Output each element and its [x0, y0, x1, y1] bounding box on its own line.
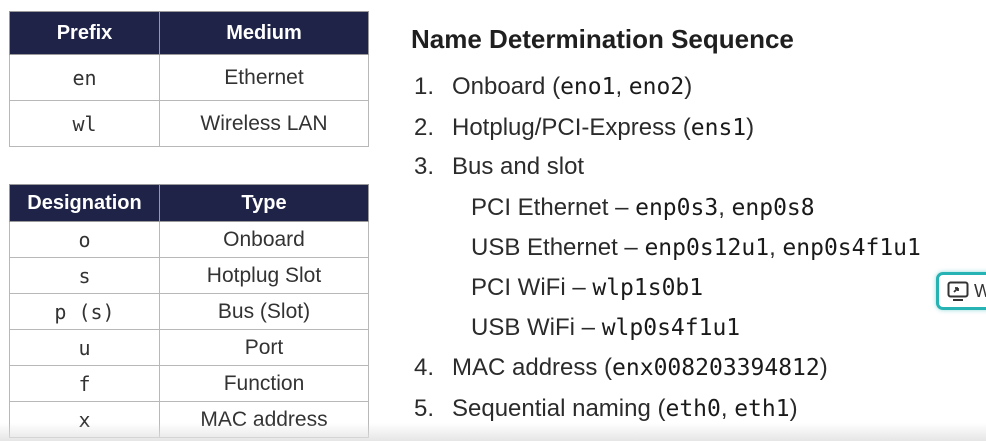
sequence-item-text: USB Ethernet –	[471, 234, 645, 261]
type-cell: Bus (Slot)	[159, 293, 369, 330]
table-row: p (s) Bus (Slot)	[9, 293, 369, 330]
code-separator: ,	[769, 234, 783, 261]
prefix-cell: en	[9, 54, 160, 101]
sequence-item-suffix: )	[819, 354, 828, 381]
medium-cell: Wireless LAN	[159, 100, 369, 147]
sequence-item-text: Onboard (	[452, 73, 561, 100]
interface-name: enp0s4f1u1	[782, 235, 921, 261]
overlay-button-label: W	[974, 281, 986, 302]
sequence-item: 4. MAC address (enx008203394812)	[414, 351, 828, 385]
sequence-subitem: PCI Ethernet – enp0s3, enp0s8	[471, 191, 815, 225]
interface-name: enp0s8	[731, 195, 815, 221]
designation-cell: s	[9, 257, 160, 294]
designation-cell: o	[9, 221, 160, 258]
sequence-subitem: PCI WiFi – wlp1s0b1	[471, 271, 703, 305]
table-row: o Onboard	[9, 221, 369, 258]
type-cell: Function	[159, 365, 369, 402]
interface-name: enp0s3	[635, 195, 719, 221]
interface-name: wlp0s4f1u1	[601, 315, 741, 341]
sequence-item-number: 4.	[414, 354, 435, 381]
sequence-item-text: Sequential naming (	[452, 395, 666, 422]
sequence-subitem: USB WiFi – wlp0s4f1u1	[471, 311, 740, 345]
sequence-item-text: PCI WiFi –	[471, 274, 593, 301]
sequence-item-number: 5.	[414, 395, 435, 422]
interface-name: enp0s12u1	[644, 235, 770, 261]
type-cell: Onboard	[159, 221, 369, 258]
interface-name: enx008203394812	[612, 355, 820, 381]
interface-name: ens1	[690, 115, 747, 141]
type-header: Type	[159, 184, 369, 222]
interface-name: wlp1s0b1	[592, 275, 704, 301]
sequence-item-suffix: )	[746, 114, 755, 141]
designation-table: Designation Type o Onboard s Hotplug Slo…	[9, 184, 369, 438]
sequence-item-number: 2.	[414, 114, 435, 141]
table-row: u Port	[9, 329, 369, 366]
code-separator: ,	[720, 395, 735, 422]
designation-cell: u	[9, 329, 160, 366]
sequence-item-text: Hotplug/PCI-Express (	[452, 114, 691, 141]
screen-share-icon	[947, 281, 969, 301]
designation-cell: f	[9, 365, 160, 402]
prefix-table-header: Prefix Medium	[9, 11, 369, 55]
sequence-item-number: 1.	[414, 73, 435, 100]
type-cell: Port	[159, 329, 369, 366]
sequence-item-text: Bus and slot	[452, 153, 585, 180]
sequence-item-suffix: )	[684, 73, 693, 100]
sequence-item-suffix: )	[789, 395, 798, 422]
interface-name: eno1	[560, 74, 616, 100]
designation-header: Designation	[9, 184, 160, 222]
interface-name: eno2	[628, 74, 685, 100]
interface-name: eth0	[665, 396, 721, 422]
table-row: s Hotplug Slot	[9, 257, 369, 294]
sequence-item: 5. Sequential naming (eth0, eth1)	[414, 392, 798, 426]
sequence-title: Name Determination Sequence	[411, 24, 794, 54]
table-row: f Function	[9, 365, 369, 402]
sequence-item-number: 3.	[414, 153, 435, 180]
sequence-subitem: USB Ethernet – enp0s12u1, enp0s4f1u1	[471, 231, 921, 265]
sequence-item-text: USB WiFi –	[471, 314, 602, 341]
designation-table-header: Designation Type	[9, 184, 369, 222]
interface-name: eth1	[734, 396, 790, 422]
designation-cell: p (s)	[9, 293, 160, 330]
type-cell: Hotplug Slot	[159, 257, 369, 294]
prefix-table: Prefix Medium en Ethernet wl Wireless LA…	[9, 11, 369, 147]
sequence-item-text: MAC address (	[452, 354, 613, 381]
table-row: en Ethernet	[9, 54, 369, 101]
medium-cell: Ethernet	[159, 54, 369, 101]
overlay-button[interactable]: W	[936, 272, 986, 310]
code-separator: ,	[615, 73, 629, 100]
prefix-cell: wl	[9, 100, 160, 147]
code-separator: ,	[718, 194, 732, 221]
table-row: wl Wireless LAN	[9, 100, 369, 147]
sequence-item: 2. Hotplug/PCI-Express (ens1)	[414, 111, 754, 145]
sequence-item: 3. Bus and slot	[414, 150, 584, 184]
bottom-fade	[0, 423, 986, 441]
prefix-header: Prefix	[9, 11, 160, 55]
sequence-item: 1. Onboard (eno1, eno2)	[414, 70, 692, 104]
sequence-item-text: PCI Ethernet –	[471, 194, 636, 221]
medium-header: Medium	[159, 11, 369, 55]
